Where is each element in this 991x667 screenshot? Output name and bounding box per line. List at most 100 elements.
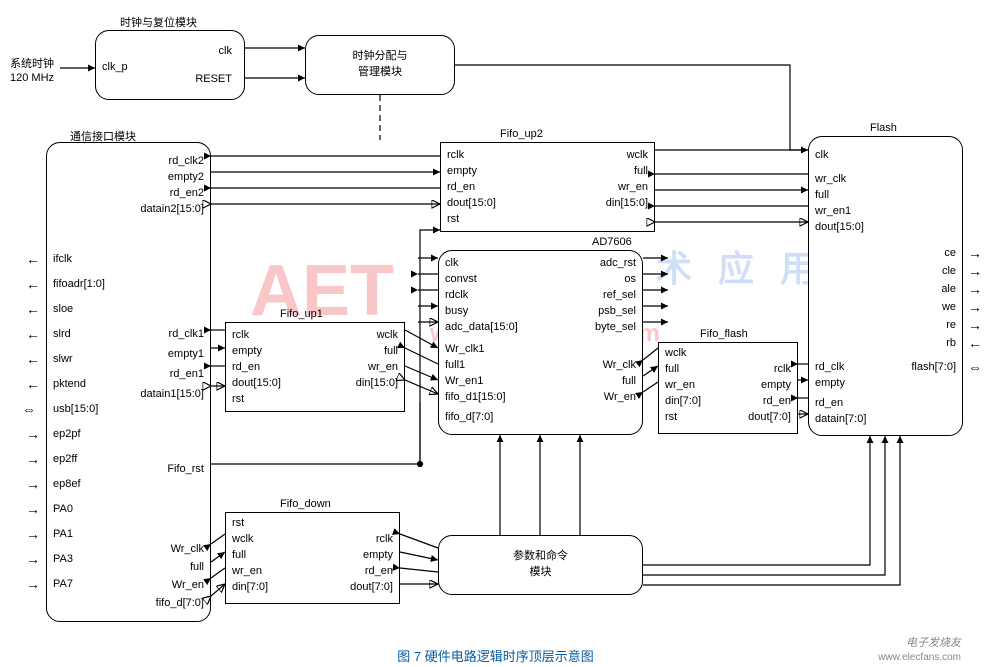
- ad-wrclk1: Wr_clk1: [445, 343, 485, 355]
- flash-title: Flash: [870, 122, 897, 134]
- comm-rdclk1: rd_clk1: [169, 328, 204, 340]
- fifoup2-empty: empty: [447, 165, 477, 177]
- flash-block: clk wr_clk full wr_en1 dout[15:0] rd_clk…: [808, 136, 963, 436]
- arrow-icon: ←: [26, 352, 40, 366]
- arrow-icon: ←: [26, 252, 40, 266]
- ad-wren1: Wr_en1: [445, 375, 483, 387]
- clk-reset-clk: clk: [219, 45, 232, 57]
- fifoup1-title: Fifo_up1: [280, 308, 323, 320]
- ad-adcdata: adc_data[15:0]: [445, 321, 518, 333]
- ad-psbsel: psb_sel: [598, 305, 636, 317]
- flash-cle: cle: [942, 265, 956, 277]
- comm-slrd: slrd: [53, 328, 71, 340]
- arrow-icon: →: [26, 527, 40, 541]
- arrow-icon: →: [26, 552, 40, 566]
- paramcmd-line1: 参数和命令: [439, 550, 642, 562]
- comm-block: rd_clk2 empty2 rd_en2 datain2[15:0] ifcl…: [46, 142, 211, 622]
- comm-full: full: [190, 561, 204, 573]
- ad-rdclk: rdclk: [445, 289, 468, 301]
- arrow-icon: →: [26, 577, 40, 591]
- fd-wren: wr_en: [232, 565, 262, 577]
- ad-convst: convst: [445, 273, 477, 285]
- ff-wren: wr_en: [665, 379, 695, 391]
- fifoup1-wclk: wclk: [377, 329, 398, 341]
- fd-rden: rd_en: [365, 565, 393, 577]
- bidir-arrow-icon: ⇔: [968, 360, 982, 374]
- fifoup2-rden: rd_en: [447, 181, 475, 193]
- fd-full: full: [232, 549, 246, 561]
- clk-dist-line1: 时钟分配与: [306, 50, 454, 62]
- ad-wrclk: Wr_clk: [603, 359, 636, 371]
- fifoup1-din: din[15:0]: [356, 377, 398, 389]
- comm-ep2ff: ep2ff: [53, 453, 77, 465]
- comm-datain1: datain1[15:0]: [140, 388, 204, 400]
- arrow-icon: ←: [26, 302, 40, 316]
- fd-rst: rst: [232, 517, 244, 529]
- clk-reset-clkp: clk_p: [102, 61, 128, 73]
- ad-full: full: [622, 375, 636, 387]
- ff-rden: rd_en: [763, 395, 791, 407]
- comm-datain2: datain2[15:0]: [140, 203, 204, 215]
- ad-refsel: ref_sel: [603, 289, 636, 301]
- comm-pa1: PA1: [53, 528, 73, 540]
- comm-usb: usb[15:0]: [53, 403, 98, 415]
- fd-rclk: rclk: [376, 533, 393, 545]
- flash-wrclk: wr_clk: [815, 173, 846, 185]
- comm-rden1: rd_en1: [170, 368, 204, 380]
- flash-wren1: wr_en1: [815, 205, 851, 217]
- fifoup2-rclk: rclk: [447, 149, 464, 161]
- flash-ce: ce: [944, 247, 956, 259]
- fd-dout: dout[7:0]: [350, 581, 393, 593]
- flash-rdclk: rd_clk: [815, 361, 844, 373]
- ad-adcrst: adc_rst: [600, 257, 636, 269]
- flash-rden: rd_en: [815, 397, 843, 409]
- fifoup1-rst: rst: [232, 393, 244, 405]
- fifoup2-wclk: wclk: [627, 149, 648, 161]
- flash-bus: flash[7:0]: [911, 361, 956, 373]
- comm-pktend: pktend: [53, 378, 86, 390]
- comm-slwr: slwr: [53, 353, 73, 365]
- fifoup1-full: full: [384, 345, 398, 357]
- sys-clock-title: 系统时钟: [10, 58, 54, 70]
- ff-rst: rst: [665, 411, 677, 423]
- fifoup2-dout: dout[15:0]: [447, 197, 496, 209]
- comm-fiforst: Fifo_rst: [167, 463, 204, 475]
- fifoflash-title: Fifo_flash: [700, 328, 748, 340]
- clk-dist-block: 时钟分配与 管理模块: [305, 35, 455, 95]
- fifoup2-block: rclk empty rd_en dout[15:0] rst wclk ful…: [440, 142, 655, 232]
- arrow-icon: →: [968, 318, 982, 332]
- arrow-icon: →: [26, 477, 40, 491]
- ad-busy: busy: [445, 305, 468, 317]
- comm-rdclk2: rd_clk2: [169, 155, 204, 167]
- ff-wclk: wclk: [665, 347, 686, 359]
- comm-ep2pf: ep2pf: [53, 428, 81, 440]
- clk-dist-line2: 管理模块: [306, 66, 454, 78]
- arrow-icon: →: [968, 264, 982, 278]
- fifoup2-rst: rst: [447, 213, 459, 225]
- arrow-icon: →: [26, 502, 40, 516]
- fifoup1-rden: rd_en: [232, 361, 260, 373]
- flash-empty: empty: [815, 377, 845, 389]
- arrow-icon: →: [968, 246, 982, 260]
- comm-sloe: sloe: [53, 303, 73, 315]
- clk-reset-block: clk_p clk RESET: [95, 30, 245, 100]
- comm-ifclk: ifclk: [53, 253, 72, 265]
- fifoup2-full: full: [634, 165, 648, 177]
- bidir-arrow-icon: ⇔: [22, 402, 36, 416]
- paramcmd-line2: 模块: [439, 566, 642, 578]
- ad7606-title: AD7606: [592, 236, 632, 248]
- comm-wren: Wr_en: [172, 579, 204, 591]
- ff-empty: empty: [761, 379, 791, 391]
- fifoup1-rclk: rclk: [232, 329, 249, 341]
- clk-reset-title: 时钟与复位模块: [120, 14, 197, 30]
- arrow-icon: ←: [968, 336, 982, 350]
- comm-pa3: PA3: [53, 553, 73, 565]
- comm-empty1: empty1: [168, 348, 204, 360]
- arrow-icon: →: [968, 282, 982, 296]
- figure-caption: 图 7 硬件电路逻辑时序顶层示意图: [0, 646, 991, 665]
- paramcmd-block: 参数和命令 模块: [438, 535, 643, 595]
- ff-din: din[7:0]: [665, 395, 701, 407]
- ad-wren: Wr_en: [604, 391, 636, 403]
- flash-ale: ale: [941, 283, 956, 295]
- comm-fifod: fifo_d[7:0]: [156, 597, 204, 609]
